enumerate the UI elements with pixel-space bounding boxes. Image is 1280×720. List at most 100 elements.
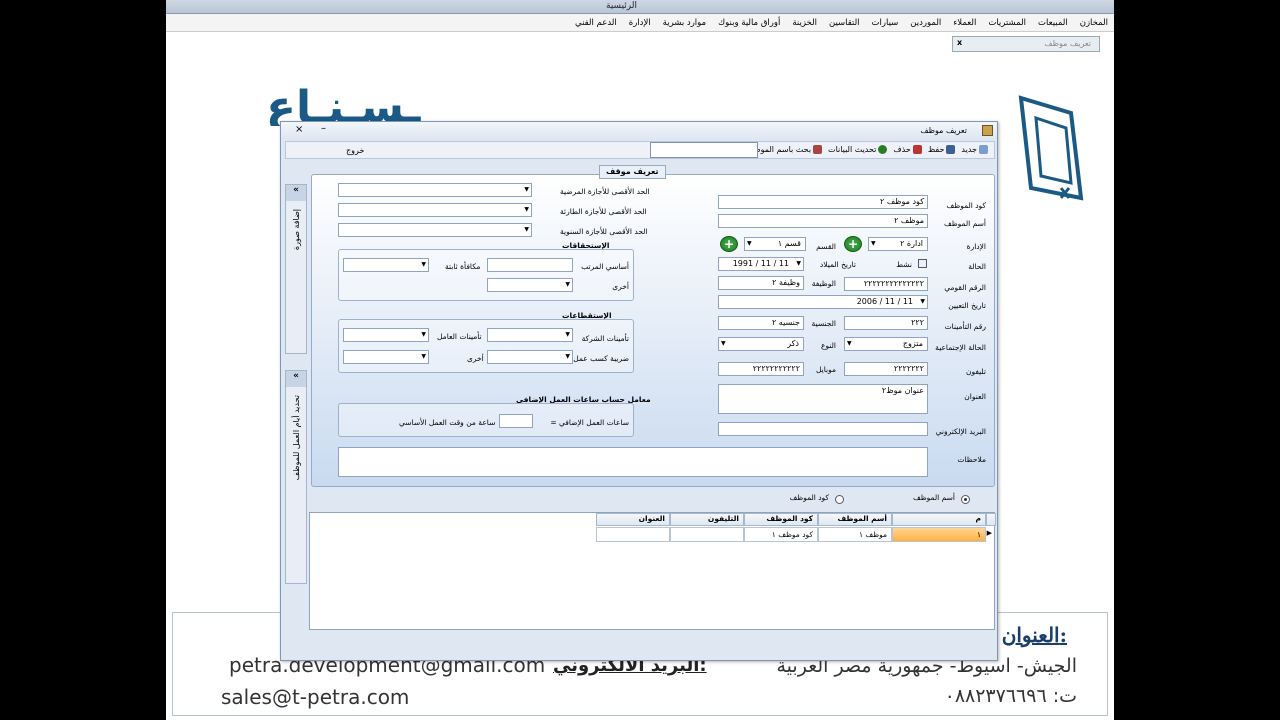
- mobile-label: موبايل: [815, 365, 836, 374]
- col-header-code[interactable]: كود الموظف: [744, 513, 818, 526]
- other-entitlement-select[interactable]: ▼: [487, 278, 573, 292]
- code-label: كود الموظف: [946, 201, 986, 210]
- menu-item-hr[interactable]: موارد بشرية: [663, 18, 706, 28]
- department-select[interactable]: ▼ ادارة ٢: [868, 237, 928, 251]
- annual-leave-select[interactable]: ▼: [338, 223, 532, 237]
- search-input[interactable]: [650, 142, 758, 158]
- col-header-index[interactable]: م: [892, 513, 986, 526]
- col-header-address[interactable]: العنوان: [596, 513, 670, 526]
- gender-label: النوع: [821, 341, 836, 350]
- other-deduction-select[interactable]: ▼: [343, 350, 429, 364]
- insurance-no-field[interactable]: ٢٢٢: [844, 316, 928, 330]
- add-photo-label: إضافة صورة: [291, 209, 301, 251]
- refresh-label: تحديث البيانات: [828, 145, 877, 154]
- gender-select[interactable]: ▼ ذكر: [718, 337, 804, 351]
- name-label: أسم الموظف: [943, 219, 986, 228]
- fixed-bonus-select[interactable]: ▼: [343, 258, 429, 272]
- table-cell[interactable]: موظف ١: [818, 527, 892, 542]
- add-photo-collapse-icon[interactable]: «: [286, 185, 306, 201]
- nationality-field[interactable]: جنسيه ٢: [718, 316, 804, 330]
- search-by-name-option: أسم الموظف: [912, 493, 955, 502]
- menu-item-purchases[interactable]: المشتريات: [988, 18, 1026, 28]
- overtime-group: ساعات العمل الإضافي = ساعة من وقت العمل …: [338, 403, 634, 437]
- national-id-field[interactable]: ٢٢٢٢٢٢٢٢٢٢٢٢٢٢: [844, 277, 928, 291]
- refresh-button[interactable]: تحديث البيانات: [828, 145, 888, 154]
- address-field[interactable]: عنوان موظ٢: [718, 384, 928, 414]
- row-indicator-icon: ▶: [986, 529, 992, 537]
- dialog-close-button[interactable]: ×: [295, 124, 303, 135]
- new-button[interactable]: جديد: [961, 145, 988, 154]
- address-label: العنوان:: [1001, 623, 1067, 647]
- delete-label: حذف: [893, 145, 911, 154]
- table-cell[interactable]: كود موظف ١: [744, 527, 818, 542]
- email-field[interactable]: [718, 422, 928, 436]
- delete-button[interactable]: حذف: [893, 145, 922, 154]
- refresh-icon: [878, 145, 888, 154]
- menu-item-cars[interactable]: سيارات: [872, 18, 899, 28]
- menu-item-banks[interactable]: أوراق مالية وبنوك: [718, 18, 780, 28]
- name-field[interactable]: موظف ٢: [718, 214, 928, 228]
- dialog-titlebar: × – تعريف موظف: [281, 122, 997, 140]
- phone-field[interactable]: ٢٢٢٢٢٢٢: [844, 362, 928, 376]
- casual-leave-select[interactable]: ▼: [338, 203, 532, 217]
- app-title: الرئيسية: [606, 1, 637, 11]
- active-checkbox[interactable]: [918, 259, 927, 268]
- active-label: نشط: [896, 260, 912, 269]
- dialog-minimize-button[interactable]: –: [321, 123, 326, 134]
- save-icon: [946, 145, 956, 154]
- work-days-panel[interactable]: « تحديد أيام العمل للموظف: [285, 370, 307, 584]
- hire-date-picker[interactable]: ▼ 11 / 11 / 2006: [718, 295, 928, 309]
- notes-label: ملاحظات: [957, 455, 986, 464]
- exit-button[interactable]: خروج: [346, 146, 364, 155]
- search-by-code-radio[interactable]: [835, 495, 844, 504]
- add-section-icon[interactable]: +: [720, 236, 738, 252]
- col-header-name[interactable]: أسم الموظف: [818, 513, 892, 526]
- employee-dialog: × – تعريف موظف جديد حفظ حذف تحديث البيان…: [280, 121, 998, 661]
- menu-item-customers[interactable]: العملاء: [953, 18, 976, 28]
- overtime-hours-label: ساعات العمل الإضافي =: [550, 418, 629, 427]
- add-photo-panel[interactable]: « إضافة صورة: [285, 184, 307, 354]
- search-by-name-radio[interactable]: [961, 495, 970, 504]
- basic-salary-field[interactable]: [487, 258, 573, 272]
- document-tab[interactable]: x تعريف موظف: [952, 36, 1100, 52]
- save-label: حفظ: [927, 145, 945, 154]
- menu-item-batches[interactable]: التقاسين: [829, 18, 860, 28]
- basic-salary-label: أساسي المرتب: [581, 262, 629, 271]
- menu-item-admin[interactable]: الإدارة: [629, 18, 651, 28]
- birth-date-picker[interactable]: ▼ 11 / 11 / 1991: [718, 257, 804, 271]
- worker-ins-select[interactable]: ▼: [343, 328, 429, 342]
- menu-item-sales[interactable]: المبيعات: [1038, 18, 1068, 28]
- sick-leave-select[interactable]: ▼: [338, 183, 532, 197]
- save-button[interactable]: حفظ: [928, 145, 956, 154]
- section-select[interactable]: ▼ قسم ١: [744, 237, 806, 251]
- work-days-label: تحديد أيام العمل للموظف: [291, 395, 301, 481]
- deductions-group: تأمينات الشركة ▼ تأمينات العامل ▼ ضريبة …: [338, 319, 634, 373]
- menu-item-suppliers[interactable]: الموردين: [910, 18, 941, 28]
- table-cell[interactable]: [670, 527, 744, 542]
- add-department-icon[interactable]: +: [844, 236, 862, 252]
- marital-label: الحالة الإجتماعية: [935, 343, 986, 352]
- menu-item-treasury[interactable]: الخزينة: [792, 18, 817, 28]
- address-field-label: العنوان: [964, 392, 986, 401]
- section-title: تعريف موقف: [599, 165, 666, 179]
- tab-label: تعريف موظف: [1044, 39, 1091, 48]
- menu-item-stores[interactable]: المخازن: [1080, 18, 1108, 28]
- work-days-collapse-icon[interactable]: «: [286, 371, 306, 387]
- mobile-field[interactable]: ٢٢٢٢٢٢٢٢٢٢٢: [718, 362, 804, 376]
- table-cell[interactable]: ١: [892, 527, 986, 542]
- hire-date-label: تاريخ التعيين: [948, 301, 986, 310]
- overtime-factor-field[interactable]: [499, 414, 533, 428]
- table-cell[interactable]: [596, 527, 670, 542]
- background-brand-text: ـسـنـاع ـمـتـا: [266, 82, 421, 126]
- company-ins-select[interactable]: ▼: [487, 328, 573, 342]
- marital-select[interactable]: ▼ متزوج: [844, 337, 928, 351]
- status-label: الحالة: [968, 262, 986, 271]
- code-field[interactable]: كود موظف ٢: [718, 195, 928, 209]
- tax-select[interactable]: ▼: [487, 350, 573, 364]
- job-field[interactable]: وظيفة ٢: [718, 276, 804, 290]
- tab-close-button[interactable]: x: [957, 38, 962, 47]
- nationality-label: الجنسية: [811, 319, 836, 328]
- notes-field[interactable]: [338, 447, 928, 477]
- menu-item-support[interactable]: الدعم الفني: [575, 18, 617, 28]
- col-header-phone[interactable]: التليفون: [670, 513, 744, 526]
